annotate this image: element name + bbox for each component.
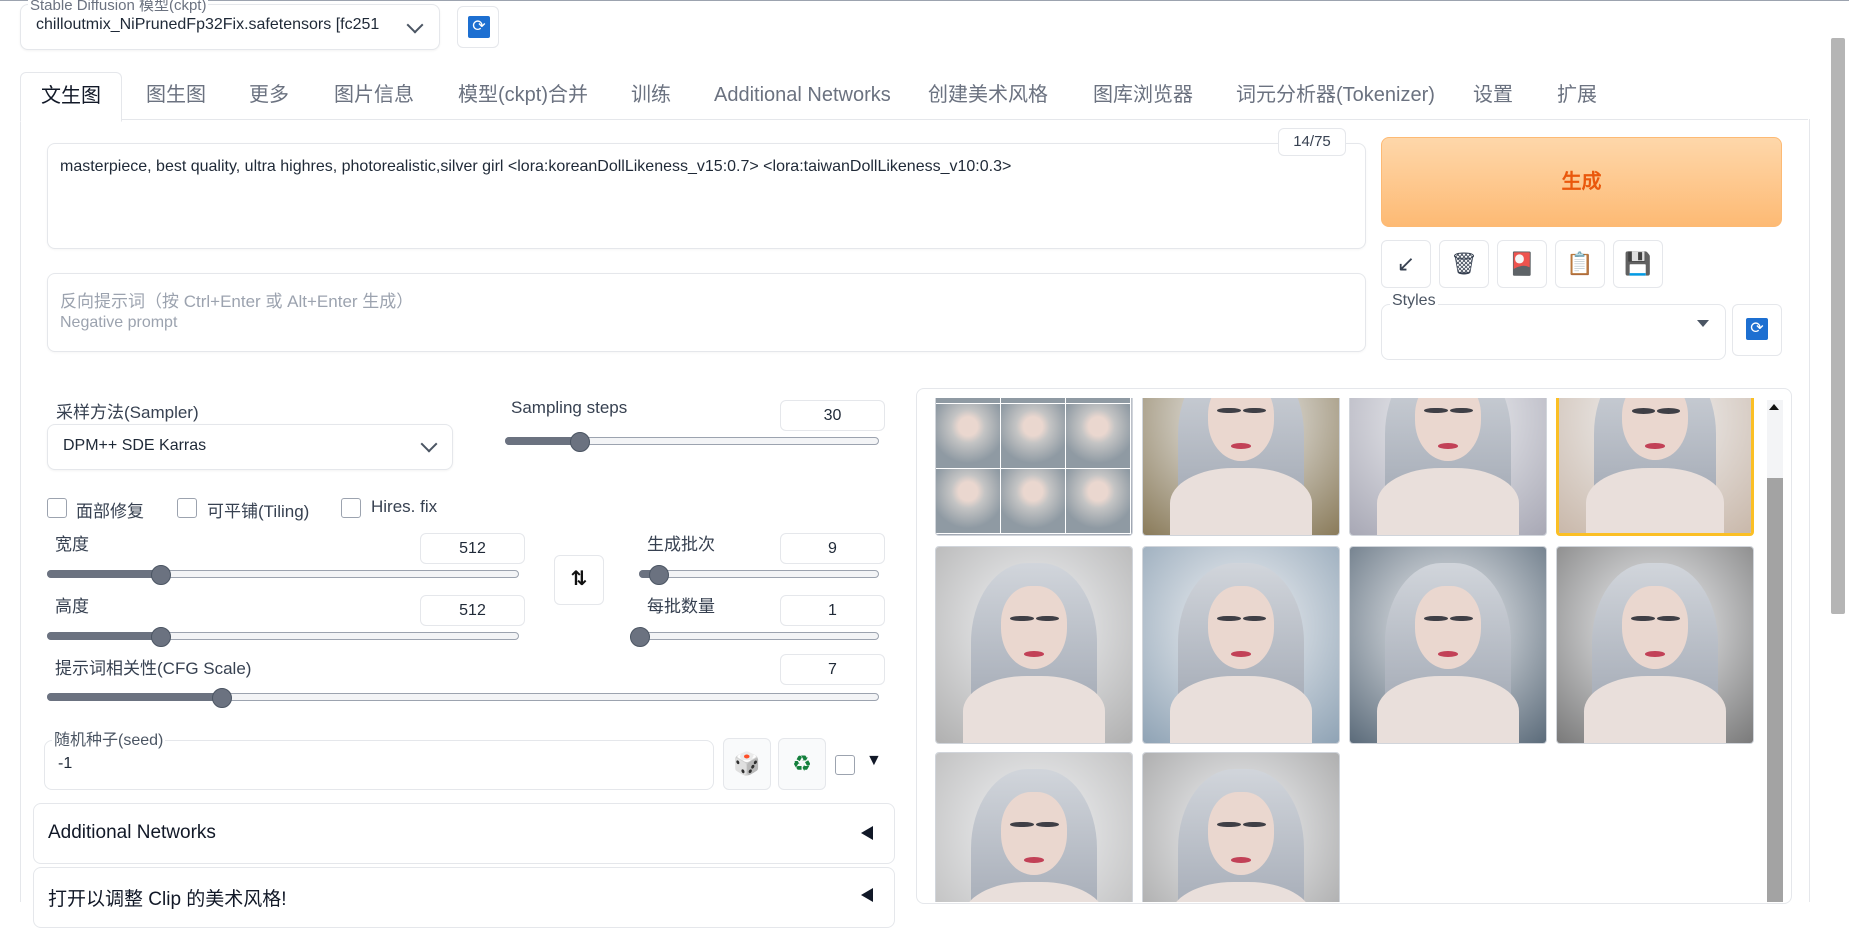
tab-settings[interactable]: 设置 — [1473, 72, 1513, 120]
negative-prompt-placeholder: 反向提示词（按 Ctrl+Enter 或 Alt+Enter 生成） — [60, 292, 414, 311]
gallery-thumbnail[interactable] — [1349, 398, 1547, 536]
token-counter: 14/75 — [1278, 128, 1346, 156]
swap-dimensions-button[interactable]: ⇅ — [554, 555, 604, 605]
hires-fix-checkbox[interactable] — [341, 498, 361, 518]
tab-additional-networks[interactable]: Additional Networks — [714, 72, 891, 120]
page-scrollbar-thumb[interactable] — [1831, 38, 1845, 614]
gallery-thumbnail[interactable] — [935, 398, 1133, 536]
batch-size-handle[interactable] — [630, 627, 650, 647]
refresh-icon: ⟳ — [468, 16, 490, 38]
tab-train[interactable]: 训练 — [631, 72, 671, 120]
tab-checkpoint-merger[interactable]: 模型(ckpt)合并 — [458, 72, 588, 120]
prompt-text: masterpiece, best quality, ultra highres… — [60, 158, 1012, 175]
width-handle[interactable] — [150, 565, 171, 585]
negative-prompt-placeholder-en: Negative prompt — [60, 314, 178, 331]
styles-select[interactable] — [1381, 304, 1726, 360]
height-input[interactable]: 512 — [420, 595, 525, 626]
tab-extensions[interactable]: 扩展 — [1557, 72, 1597, 120]
gallery-thumbnail[interactable] — [1556, 546, 1754, 744]
gallery-grid — [935, 398, 1755, 902]
refresh-models-button[interactable]: ⟳ — [457, 6, 499, 48]
sampling-steps-fill — [505, 437, 580, 445]
hires-fix-label: Hires. fix — [371, 497, 438, 516]
batch-count-slider[interactable] — [639, 570, 879, 578]
batch-size-label: 每批数量 — [647, 597, 715, 616]
cfg-scale-label: 提示词相关性(CFG Scale) — [55, 659, 252, 678]
tiling-label: 可平铺(Tiling) — [207, 502, 310, 521]
tab-txt2img[interactable]: 文生图 — [20, 72, 122, 122]
sampler-label: 采样方法(Sampler) — [56, 403, 199, 422]
tab-png-info[interactable]: 图片信息 — [334, 72, 414, 120]
gallery-thumbnail[interactable] — [935, 752, 1133, 902]
batch-count-input[interactable]: 9 — [780, 533, 885, 564]
width-fill — [47, 570, 160, 578]
batch-count-handle[interactable] — [649, 565, 670, 585]
width-label: 宽度 — [55, 535, 89, 554]
tab-image-browser[interactable]: 图库浏览器 — [1093, 72, 1193, 120]
sampler-value: DPM++ SDE Karras — [63, 437, 207, 454]
extra-networks-icon[interactable]: 🎴 — [1497, 240, 1547, 288]
window-top-border — [0, 0, 1849, 1]
extra-seed-toggle-icon[interactable]: ▼ — [866, 752, 882, 770]
model-selector-label: Stable Diffusion 模型(ckpt) — [28, 0, 209, 15]
collapse-arrow-icon[interactable] — [861, 826, 873, 840]
tab-img2img[interactable]: 图生图 — [146, 72, 206, 120]
restore-faces-checkbox[interactable] — [47, 498, 67, 518]
sampling-steps-label: Sampling steps — [511, 398, 628, 417]
gallery-thumbnail[interactable] — [935, 546, 1133, 744]
random-seed-dice-icon[interactable]: 🎲 — [723, 738, 771, 790]
seed-value: -1 — [58, 755, 73, 772]
gallery-thumbnail[interactable] — [1142, 546, 1340, 744]
reuse-seed-recycle-icon[interactable]: ♻ — [778, 738, 826, 790]
restore-faces-label: 面部修复 — [76, 502, 144, 521]
refresh-styles-button[interactable]: ⟳ — [1732, 304, 1782, 356]
tab-extras[interactable]: 更多 — [249, 72, 289, 120]
refresh-icon: ⟳ — [1746, 318, 1768, 340]
read-params-icon[interactable]: ↙ — [1381, 240, 1431, 288]
height-fill — [47, 632, 160, 640]
gallery-thumbnail[interactable] — [1142, 398, 1340, 536]
gallery-thumbnail[interactable] — [1556, 398, 1754, 536]
dropdown-arrow-icon[interactable] — [1697, 320, 1709, 327]
width-input[interactable]: 512 — [420, 533, 525, 564]
collapse-arrow-icon[interactable] — [861, 888, 873, 902]
trash-icon[interactable]: 🗑 — [1439, 240, 1489, 288]
tiling-checkbox[interactable] — [177, 498, 197, 518]
gallery-thumbnail[interactable] — [1142, 752, 1340, 902]
save-style-icon[interactable]: 💾 — [1613, 240, 1663, 288]
batch-count-label: 生成批次 — [647, 535, 715, 554]
height-handle[interactable] — [150, 627, 171, 647]
scroll-up-arrow-icon[interactable] — [1769, 404, 1779, 410]
accordion-additional-networks-title: Additional Networks — [48, 822, 216, 843]
accordion-clip-style-title: 打开以调整 Clip 的美术风格! — [48, 889, 287, 910]
negative-prompt-input[interactable] — [47, 273, 1366, 352]
sampling-steps-input[interactable]: 30 — [780, 400, 885, 431]
clipboard-icon[interactable]: 📋 — [1555, 240, 1605, 288]
generate-button[interactable]: 生成 — [1381, 137, 1782, 227]
height-label: 高度 — [55, 597, 89, 616]
tab-bar: 文生图 图生图 更多 图片信息 模型(ckpt)合并 训练 Additional… — [20, 72, 1808, 122]
tab-tokenizer[interactable]: 词元分析器(Tokenizer) — [1236, 72, 1435, 120]
batch-size-slider[interactable] — [639, 632, 879, 640]
gallery-scrollbar-thumb[interactable] — [1767, 478, 1783, 902]
extra-seed-checkbox[interactable] — [835, 755, 855, 775]
cfg-scale-fill — [47, 693, 222, 701]
styles-label: Styles — [1390, 292, 1438, 310]
model-selector-value: chilloutmix_NiPrunedFp32Fix.safetensors … — [36, 16, 380, 33]
tab-create-style[interactable]: 创建美术风格 — [928, 72, 1048, 120]
batch-size-input[interactable]: 1 — [780, 595, 885, 626]
seed-label: 随机种子(seed) — [52, 726, 166, 750]
cfg-scale-input[interactable]: 7 — [780, 654, 885, 685]
gallery-thumbnail[interactable] — [1349, 546, 1547, 744]
